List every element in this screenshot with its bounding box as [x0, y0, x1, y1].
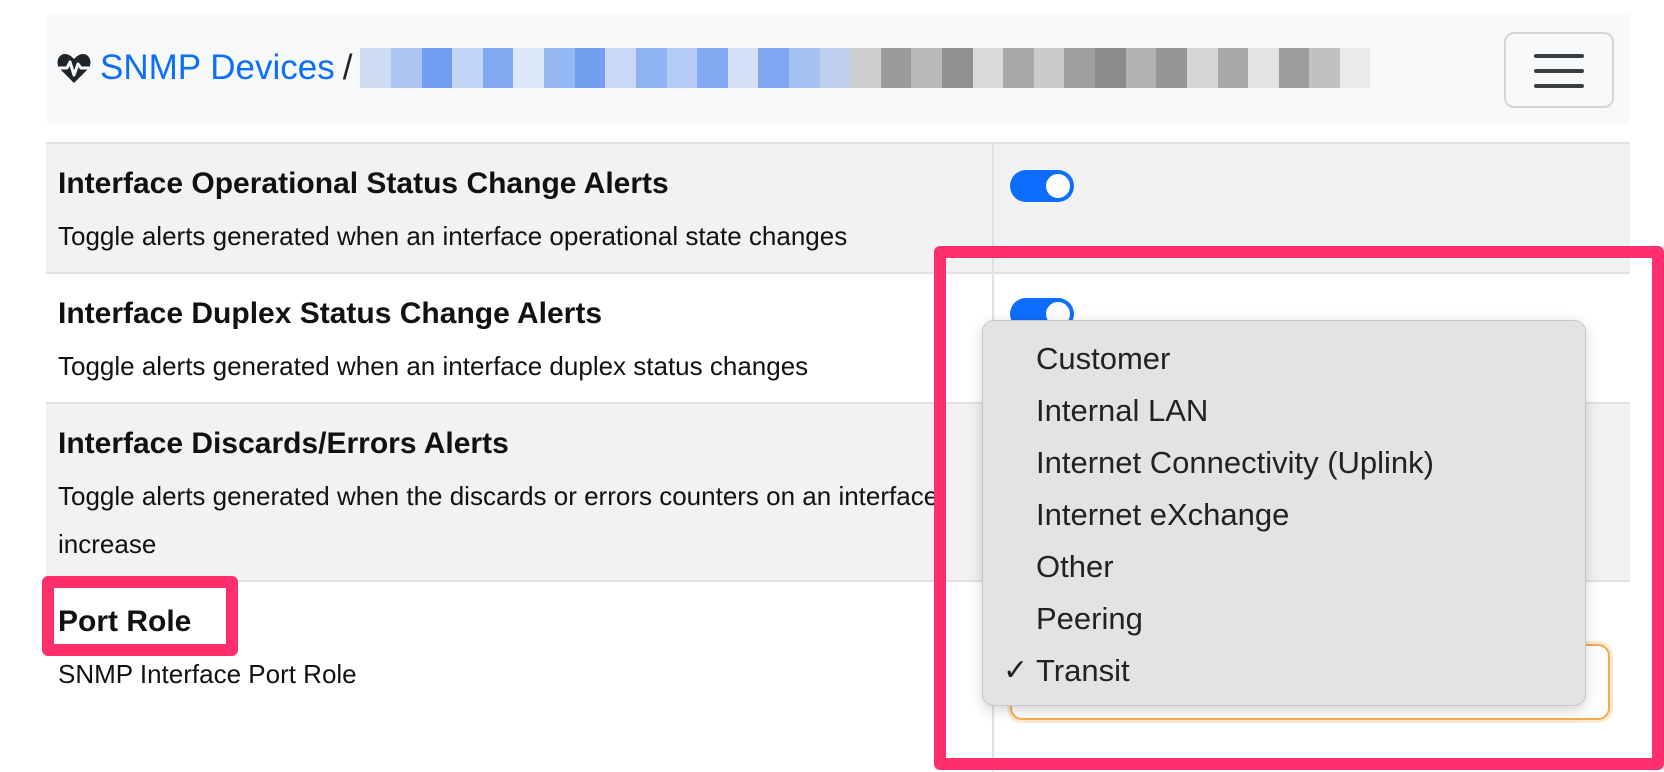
setting-title: Interface Discards/Errors Alerts: [58, 427, 509, 460]
heartbeat-icon: [57, 54, 91, 83]
option-transit[interactable]: ✓ Transit: [983, 645, 1585, 697]
option-other[interactable]: Other: [983, 541, 1585, 593]
setting-description: Toggle alerts generated when an interfac…: [58, 351, 809, 381]
option-label: Internal LAN: [1036, 393, 1209, 428]
cell-divider: [992, 144, 994, 272]
option-label: Internet Connectivity (Uplink): [1036, 445, 1434, 480]
setting-title: Interface Duplex Status Change Alerts: [58, 297, 603, 330]
setting-description: SNMP Interface Port Role: [58, 659, 357, 689]
setting-title: Interface Operational Status Change Aler…: [58, 167, 669, 200]
option-label: Customer: [1036, 341, 1171, 376]
option-internet-connectivity-uplink[interactable]: Internet Connectivity (Uplink): [983, 437, 1585, 489]
hamburger-menu-icon-bar: [1534, 84, 1584, 88]
hamburger-menu-icon-bar: [1534, 69, 1584, 73]
port-role-title: Port Role: [58, 605, 192, 638]
setting-description: Toggle alerts generated when an interfac…: [58, 221, 848, 251]
oper-status-alerts-toggle[interactable]: [1010, 170, 1074, 202]
redacted-device-name: [360, 48, 1371, 88]
breadcrumb-separator: /: [342, 48, 353, 87]
toggle-knob: [1046, 174, 1070, 198]
option-label: Other: [1036, 549, 1114, 584]
option-internal-lan[interactable]: Internal LAN: [983, 385, 1585, 437]
menu-toggle-button[interactable]: [1504, 32, 1614, 108]
option-peering[interactable]: Peering: [983, 593, 1585, 645]
breadcrumb: SNMP Devices /: [56, 48, 1371, 88]
hamburger-menu-icon: [1534, 54, 1584, 58]
option-internet-exchange[interactable]: Internet eXchange: [983, 489, 1585, 541]
settings-table: Interface Operational Status Change Aler…: [46, 142, 1630, 772]
setting-description: Toggle alerts generated when the discard…: [58, 481, 939, 559]
breadcrumb-snmp-devices-link[interactable]: SNMP Devices: [100, 48, 335, 88]
checkmark-icon: ✓: [1003, 654, 1029, 687]
option-label: Internet eXchange: [1036, 497, 1290, 532]
port-role-dropdown: Customer Internal LAN Internet Connectiv…: [982, 320, 1586, 706]
option-customer[interactable]: Customer: [983, 333, 1585, 385]
option-label: Peering: [1036, 601, 1143, 636]
navbar: SNMP Devices /: [46, 14, 1630, 124]
setting-row-oper-status: Interface Operational Status Change Aler…: [46, 144, 1630, 274]
option-label: Transit: [1036, 653, 1130, 688]
